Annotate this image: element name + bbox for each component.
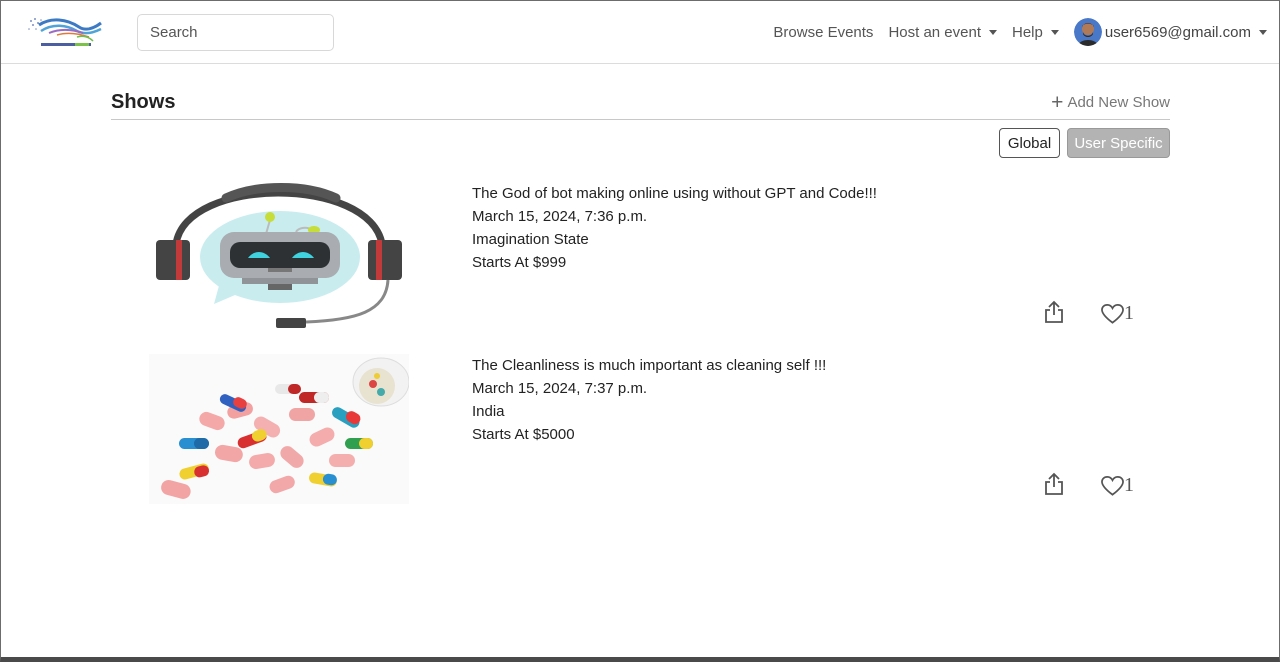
- pills-capsules-image[interactable]: [149, 354, 410, 504]
- user-menu-dropdown[interactable]: user6569@gmail.com: [1073, 18, 1267, 46]
- help-dropdown[interactable]: Help: [1012, 24, 1059, 41]
- help-label: Help: [1012, 23, 1043, 41]
- add-new-show-button[interactable]: + Add New Show: [1051, 91, 1170, 114]
- nav-menu: Browse Events Host an event Help user656…: [773, 17, 1267, 47]
- page-title: Shows: [111, 91, 176, 113]
- top-navbar: Browse Events Host an event Help user656…: [1, 1, 1279, 64]
- show-details: The God of bot making online using witho…: [472, 182, 877, 274]
- avatar: [1073, 18, 1102, 46]
- robot-headset-icon[interactable]: [156, 182, 404, 332]
- show-card: The God of bot making online using witho…: [111, 182, 1170, 332]
- browse-events-label: Browse Events: [773, 23, 874, 41]
- show-card: The Cleanliness is much important as cle…: [111, 354, 1170, 504]
- show-details: The Cleanliness is much important as cle…: [472, 354, 826, 446]
- user-specific-filter-button[interactable]: User Specific: [1067, 128, 1170, 158]
- show-datetime: March 15, 2024, 7:36 p.m.: [472, 208, 648, 225]
- like-button[interactable]: 1: [1101, 474, 1134, 497]
- heart-icon: [1101, 303, 1124, 324]
- user-email-label: user6569@gmail.com: [1104, 23, 1251, 41]
- show-title[interactable]: The God of bot making online using witho…: [472, 182, 877, 205]
- browse-events-link[interactable]: Browse Events: [773, 24, 873, 41]
- chevron-down-icon: [989, 29, 997, 35]
- show-price: Starts At $999: [472, 254, 567, 271]
- like-button[interactable]: 1: [1101, 302, 1134, 325]
- title-divider: [111, 119, 1170, 120]
- chevron-down-icon: [1259, 29, 1267, 35]
- show-location: Imagination State: [472, 231, 589, 248]
- heart-icon: [1101, 475, 1124, 496]
- show-title[interactable]: The Cleanliness is much important as cle…: [472, 354, 826, 377]
- show-location: India: [472, 403, 505, 420]
- add-new-show-label: Add New Show: [1067, 94, 1170, 111]
- search-input[interactable]: [137, 14, 334, 51]
- chevron-down-icon: [1050, 29, 1059, 35]
- like-count: 1: [1124, 302, 1134, 324]
- share-icon[interactable]: [1044, 472, 1064, 496]
- show-datetime: March 15, 2024, 7:37 p.m.: [472, 380, 648, 397]
- brand-logo[interactable]: [27, 15, 105, 51]
- host-event-dropdown[interactable]: Host an event: [888, 24, 997, 41]
- global-filter-button[interactable]: Global: [999, 128, 1060, 158]
- plus-icon: +: [1051, 91, 1064, 114]
- host-event-label: Host an event: [888, 23, 981, 41]
- like-count: 1: [1124, 474, 1134, 496]
- share-icon[interactable]: [1044, 300, 1064, 324]
- show-price: Starts At $5000: [472, 426, 575, 443]
